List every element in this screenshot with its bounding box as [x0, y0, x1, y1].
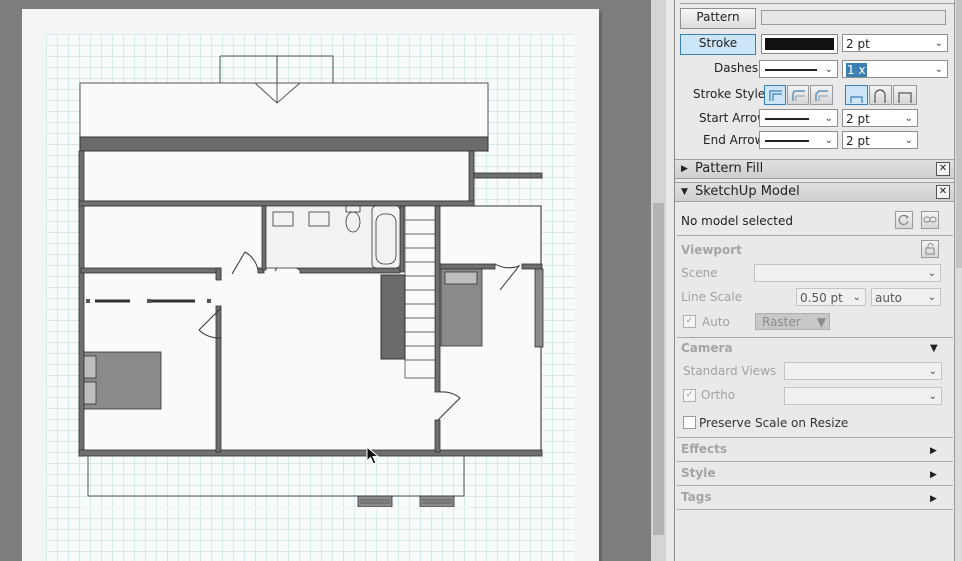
preserve-scale-label: Preserve Scale on Resize: [699, 416, 849, 430]
divider: [677, 461, 953, 462]
render-mode-value: Raster: [762, 315, 801, 329]
start-arrow-weight-select[interactable]: 2 pt ⌄: [842, 109, 918, 127]
close-icon[interactable]: ✕: [936, 185, 950, 199]
triangle-down-icon: ▼: [816, 315, 826, 329]
line-scale-label: Line Scale: [681, 290, 743, 304]
triangle-right-icon[interactable]: ▶: [930, 446, 937, 456]
unlink-icon[interactable]: [921, 211, 939, 229]
panel-border: [674, 0, 675, 561]
triangle-right-icon: ▶: [681, 164, 688, 174]
pattern-button[interactable]: Pattern: [680, 8, 756, 29]
panel-scrollbar-thumb[interactable]: [956, 0, 962, 268]
model-status: No model selected: [681, 214, 793, 228]
canvas-vertical-scrollbar[interactable]: [651, 0, 666, 561]
line-preview: [765, 118, 809, 120]
stroke-color-swatch: [765, 38, 834, 50]
style-heading[interactable]: Style: [681, 466, 715, 480]
line-preview: [765, 140, 809, 142]
standard-views-label: Standard Views: [683, 364, 777, 378]
close-icon[interactable]: ✕: [936, 162, 950, 176]
chevron-down-icon: ⌄: [824, 135, 833, 146]
cursor-arrow-icon: [366, 446, 380, 465]
checkmark-icon: ✓: [685, 390, 694, 400]
divider: [677, 337, 953, 338]
dash-pattern-select[interactable]: ⌄: [759, 60, 838, 78]
floor-plan-model[interactable]: [0, 0, 651, 561]
chevron-down-icon: ⌄: [824, 64, 833, 75]
preserve-scale-checkbox[interactable]: [683, 416, 696, 429]
scene-label: Scene: [681, 266, 718, 280]
line-scale-mode-select[interactable]: auto ⌄: [871, 288, 941, 306]
end-arrow-weight-value: 2 pt: [846, 134, 870, 148]
divider: [677, 235, 953, 236]
end-arrow-weight-select[interactable]: 2 pt ⌄: [842, 131, 918, 149]
auto-label: Auto: [702, 315, 730, 329]
divider: [677, 509, 953, 510]
chevron-down-icon: ⌄: [904, 135, 913, 146]
stroke-weight-select[interactable]: 2 pt ⌄: [842, 34, 948, 52]
chevron-down-icon: ⌄: [927, 268, 936, 279]
chevron-down-icon: ⌄: [904, 113, 913, 124]
panel-scrollbar[interactable]: [954, 0, 962, 561]
chevron-down-icon: ⌄: [927, 292, 936, 303]
triangle-down-icon[interactable]: ▼: [930, 343, 938, 354]
ortho-label: Ortho: [701, 388, 736, 402]
scrollbar-thumb[interactable]: [653, 203, 664, 535]
stroke-button[interactable]: Stroke: [680, 34, 756, 55]
line-scale-select[interactable]: 0.50 pt ⌄: [796, 288, 866, 306]
viewport-heading: Viewport: [681, 243, 742, 257]
stroke-weight-value: 2 pt: [846, 37, 870, 51]
triangle-right-icon[interactable]: ▶: [930, 470, 937, 480]
unlock-icon[interactable]: [921, 240, 939, 258]
solid-line-preview: [765, 69, 817, 71]
sketchup-model-section-header[interactable]: ▼ SketchUp Model ✕: [675, 182, 954, 202]
fill-row-edge: [680, 0, 954, 4]
effects-heading[interactable]: Effects: [681, 442, 727, 456]
line-scale-mode-value: auto: [875, 291, 903, 305]
ortho-checkbox[interactable]: ✓: [683, 389, 696, 402]
document-canvas[interactable]: [0, 0, 651, 561]
scene-select[interactable]: ⌄: [754, 264, 941, 282]
chevron-down-icon: ⌄: [928, 391, 937, 402]
divider: [677, 485, 953, 486]
stroke-style-label: Stroke Style:: [693, 87, 770, 101]
triangle-down-icon: ▼: [681, 187, 688, 197]
dash-scale-select[interactable]: 1 x ⌄: [842, 60, 948, 78]
start-arrow-weight-value: 2 pt: [846, 112, 870, 126]
stroke-color-well[interactable]: [761, 34, 838, 54]
checkmark-icon: ✓: [685, 316, 694, 326]
auto-checkbox[interactable]: ✓: [683, 315, 696, 328]
triangle-right-icon[interactable]: ▶: [930, 494, 937, 504]
pattern-fill-title: Pattern Fill: [695, 161, 764, 176]
render-mode-select[interactable]: Raster ▼: [755, 313, 830, 330]
line-scale-value: 0.50 pt: [800, 291, 843, 305]
tags-heading[interactable]: Tags: [681, 490, 711, 504]
sketchup-model-title: SketchUp Model: [695, 184, 800, 199]
chevron-down-icon: ⌄: [852, 292, 861, 303]
dashes-label: Dashes:: [714, 61, 763, 75]
standard-views-select[interactable]: ⌄: [784, 362, 942, 380]
start-arrow-select[interactable]: ⌄: [759, 109, 838, 127]
camera-heading[interactable]: Camera: [681, 341, 733, 355]
chevron-down-icon: ⌄: [928, 366, 937, 377]
pattern-swatch[interactable]: [761, 10, 946, 25]
ortho-scale-select[interactable]: ⌄: [784, 387, 942, 405]
chevron-down-icon: ⌄: [824, 113, 833, 124]
chevron-down-icon: ⌄: [934, 38, 943, 49]
dash-scale-value: 1 x: [846, 63, 867, 77]
refresh-icon[interactable]: [895, 211, 913, 229]
divider: [677, 437, 953, 438]
pattern-fill-section-header[interactable]: ▶ Pattern Fill ✕: [675, 159, 954, 179]
end-arrow-select[interactable]: ⌄: [759, 131, 838, 149]
chevron-down-icon: ⌄: [934, 64, 943, 75]
stroke-style-glyphs: [769, 89, 912, 103]
